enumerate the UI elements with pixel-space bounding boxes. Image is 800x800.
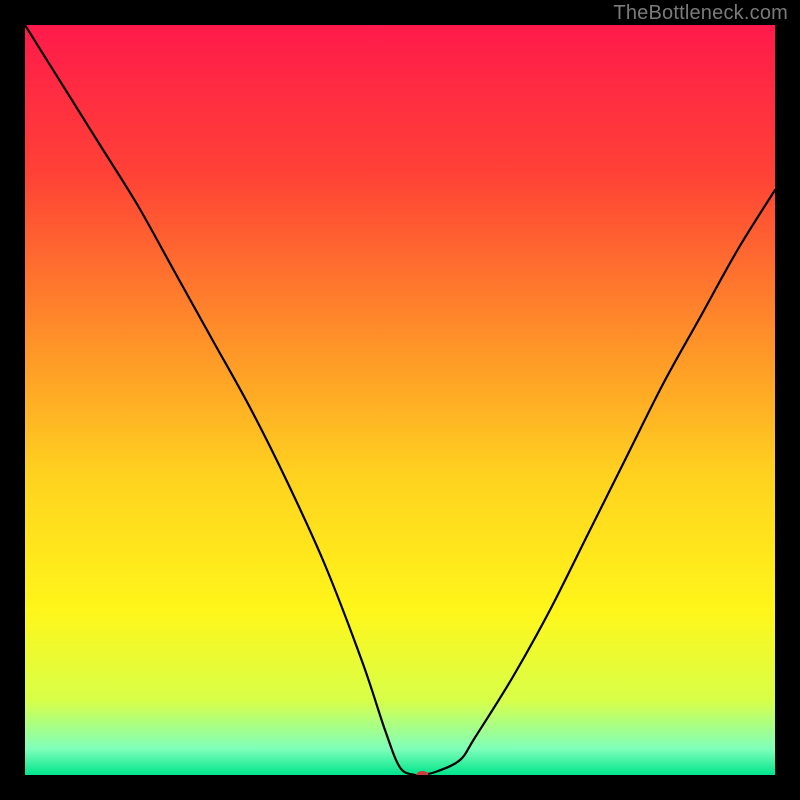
chart-frame: TheBottleneck.com <box>0 0 800 800</box>
plot-area <box>25 25 775 775</box>
attribution-text: TheBottleneck.com <box>613 2 788 25</box>
chart-svg <box>25 25 775 775</box>
gradient-fill <box>25 25 775 775</box>
